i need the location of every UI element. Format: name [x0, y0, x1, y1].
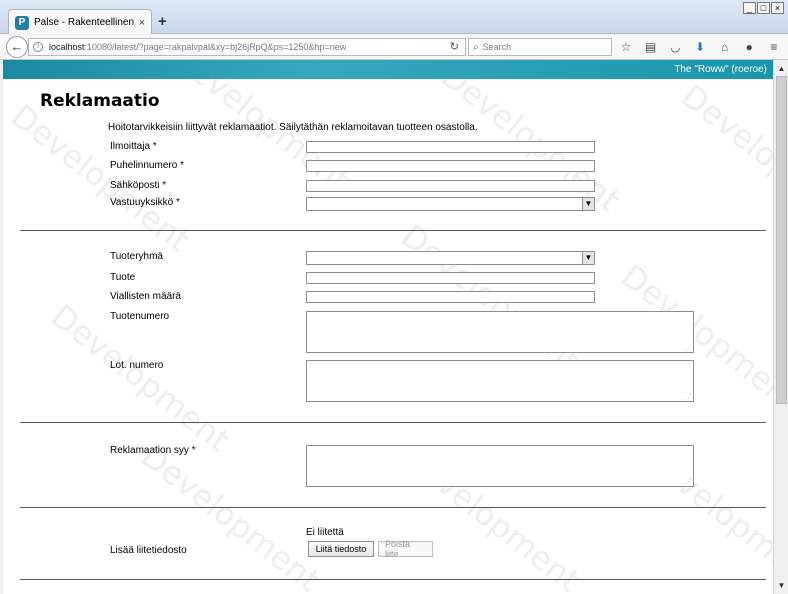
lot-number-label: Lot. numero	[110, 360, 164, 371]
unit-row: Vastuuyksikkö * ▼	[110, 197, 710, 211]
tab-close-icon[interactable]: ×	[139, 17, 145, 29]
section-divider	[20, 422, 766, 423]
product-row: Tuote	[110, 272, 710, 286]
close-window-button[interactable]: ×	[771, 2, 784, 14]
home-icon[interactable]: ⌂	[715, 40, 735, 54]
email-row: Sähköposti *	[110, 180, 710, 194]
clipboard-icon[interactable]: ▤	[641, 40, 661, 54]
window-titlebar: P Palse - Rakenteellinen palvelu... × + …	[0, 0, 788, 35]
reporter-label: Ilmoittaja *	[110, 141, 157, 152]
minimize-button[interactable]: _	[743, 2, 756, 14]
email-label: Sähköposti *	[110, 180, 167, 191]
scroll-up-icon[interactable]: ▲	[775, 62, 788, 75]
form-intro: Hoitotarvikkeisiin liittyvät reklamaatio…	[108, 122, 478, 133]
unit-label: Vastuuyksikkö *	[110, 197, 180, 208]
search-placeholder: Search	[482, 42, 512, 52]
product-number-row: Tuotenumero ⋰	[110, 311, 710, 353]
lot-number-textarea[interactable]: ⋰	[306, 360, 694, 402]
lot-number-row: Lot. numero ⋰	[110, 360, 710, 402]
pocket-icon[interactable]: ◡	[665, 40, 685, 54]
defect-count-input[interactable]	[306, 291, 595, 303]
resize-grip-icon[interactable]: ⋰	[685, 394, 692, 401]
attachment-label: Lisää liitetiedosto	[110, 545, 187, 556]
scroll-down-icon[interactable]: ▼	[775, 579, 788, 592]
product-number-textarea[interactable]: ⋰	[306, 311, 694, 353]
product-number-label: Tuotenumero	[110, 311, 170, 322]
page-scrollbar[interactable]: ▲ ▼	[773, 60, 788, 594]
chevron-down-icon[interactable]: ▼	[582, 252, 594, 264]
browser-navbar: ← i localhost:10080/latest/?page=rakpalv…	[0, 34, 788, 60]
new-tab-button[interactable]: +	[158, 13, 167, 30]
chevron-down-icon[interactable]: ▼	[582, 198, 594, 210]
reason-row: Reklamaation syy * ⋰	[110, 445, 710, 487]
phone-row: Puhelinnumero *	[110, 160, 710, 174]
scroll-thumb[interactable]	[776, 76, 787, 404]
reason-textarea[interactable]: ⋰	[306, 445, 694, 487]
info-icon[interactable]: i	[33, 42, 43, 52]
reload-icon[interactable]: ↻	[450, 40, 459, 53]
menu-icon[interactable]: ≡	[764, 40, 784, 54]
product-group-row: Tuoteryhmä ▼	[110, 251, 710, 265]
url-path: :10080/latest/?page=rakpalvpal&xy=bj26jR…	[84, 42, 347, 52]
resize-grip-icon[interactable]: ⋰	[685, 479, 692, 486]
page-title: Reklamaatio	[40, 91, 160, 111]
window-controls: _ □ ×	[743, 2, 784, 14]
product-label: Tuote	[110, 272, 136, 283]
reporter-row: Ilmoittaja *	[110, 141, 710, 155]
phone-label: Puhelinnumero *	[110, 160, 184, 171]
search-icon: ⌕	[473, 41, 479, 53]
defect-count-row: Viallisten määrä	[110, 291, 710, 305]
url-host: localhost	[49, 42, 85, 52]
back-arrow-icon[interactable]: ←	[6, 36, 28, 58]
watermark: Development	[134, 436, 328, 594]
defect-count-label: Viallisten määrä	[110, 291, 181, 302]
unit-select[interactable]: ▼	[306, 197, 595, 211]
section-divider	[20, 507, 766, 508]
attachment-status: Ei liitettä	[306, 527, 344, 538]
resize-grip-icon[interactable]: ⋰	[685, 345, 692, 352]
url-bar[interactable]: i localhost:10080/latest/?page=rakpalvpa…	[28, 38, 466, 56]
product-input[interactable]	[306, 272, 595, 284]
reporter-input[interactable]	[306, 141, 595, 153]
tab-title: Palse - Rakenteellinen palvelu...	[34, 17, 135, 28]
product-group-select[interactable]: ▼	[306, 251, 595, 265]
reason-label: Reklamaation syy *	[110, 445, 196, 456]
palse-favicon-icon: P	[15, 15, 29, 30]
email-input[interactable]	[306, 180, 595, 192]
phone-input[interactable]	[306, 160, 595, 172]
browser-tab[interactable]: P Palse - Rakenteellinen palvelu... ×	[8, 9, 152, 35]
section-divider	[20, 230, 766, 231]
section-divider	[20, 579, 766, 580]
download-icon[interactable]: ⬇	[690, 40, 710, 54]
chat-icon[interactable]: ●	[739, 40, 759, 54]
search-input[interactable]: ⌕ Search	[468, 38, 612, 56]
maximize-button[interactable]: □	[757, 2, 770, 14]
app-header: The "Roww" (roeroe)	[3, 60, 773, 79]
remove-attachment-button[interactable]: Poista liite	[378, 539, 433, 559]
browser-toolbar: ☆ ▤ ◡ ⬇ ⌂ ● ≡	[616, 38, 784, 56]
star-icon[interactable]: ☆	[616, 40, 636, 54]
upload-attachment-button[interactable]: Liitä tiedosto	[308, 541, 374, 557]
user-name[interactable]: The "Roww" (roeroe)	[674, 64, 767, 75]
product-group-label: Tuoteryhmä	[110, 251, 163, 262]
page-content: Development Development Development Deve…	[3, 79, 773, 594]
